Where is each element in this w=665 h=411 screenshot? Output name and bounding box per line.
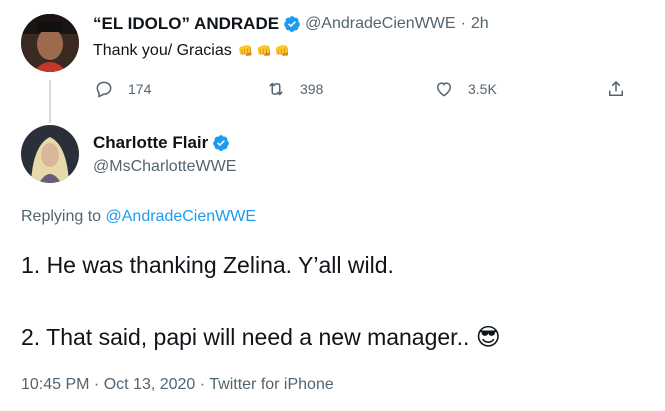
retweet-icon — [269, 82, 283, 96]
tweet-line-2-text: 2. That said, papi will need a new manag… — [21, 324, 470, 350]
replying-prefix: Replying to — [21, 208, 102, 225]
main-author-handle[interactable]: @MsCharlotteWWE — [93, 158, 236, 176]
tweet-header: “EL IDOLO” ANDRADE @AndradeCienWWE · 2h — [93, 14, 489, 34]
verified-badge-icon — [212, 134, 230, 152]
replying-to-line: Replying to @AndradeCienWWE — [21, 208, 256, 226]
reply-action[interactable]: 174 — [94, 79, 151, 99]
tweet-line-1: 1. He was thanking Zelina. Y’all wild. — [21, 252, 394, 278]
tweet-time[interactable]: 2h — [471, 15, 489, 33]
tweet-text: Thank you/ Gracias 👊 👊 👊 — [93, 42, 290, 60]
verified-badge-icon — [283, 15, 301, 33]
dot-separator: · — [460, 15, 466, 32]
tweet-text-content: Thank you/ Gracias — [93, 42, 232, 59]
replying-handle-link[interactable]: @AndradeCienWWE — [106, 208, 257, 225]
andrade-avatar[interactable] — [21, 14, 79, 72]
reply-count: 174 — [128, 81, 152, 97]
like-icon — [436, 82, 452, 97]
share-action[interactable] — [606, 79, 626, 99]
tweet-line-2: 2. That said, papi will need a new manag… — [21, 323, 501, 352]
retweet-count: 398 — [300, 81, 324, 97]
thread-connector-line — [49, 80, 51, 123]
share-icon — [609, 80, 623, 96]
like-count: 3.5K — [468, 81, 497, 97]
sunglasses-emoji: 😎 — [475, 324, 501, 351]
like-action[interactable]: 3.5K — [434, 79, 497, 99]
fist-emoji: 👊 👊 👊 — [238, 44, 290, 58]
author-handle[interactable]: @AndradeCienWWE — [305, 15, 456, 33]
author-name[interactable]: “EL IDOLO” ANDRADE — [93, 14, 279, 34]
tweet-meta[interactable]: 10:45 PM · Oct 13, 2020 · Twitter for iP… — [21, 376, 334, 394]
reply-icon — [96, 81, 112, 98]
main-author-name[interactable]: Charlotte Flair — [93, 133, 208, 153]
charlotte-avatar[interactable] — [21, 125, 79, 183]
main-tweet-header: Charlotte Flair — [93, 133, 234, 153]
retweet-action[interactable]: 398 — [266, 79, 323, 99]
